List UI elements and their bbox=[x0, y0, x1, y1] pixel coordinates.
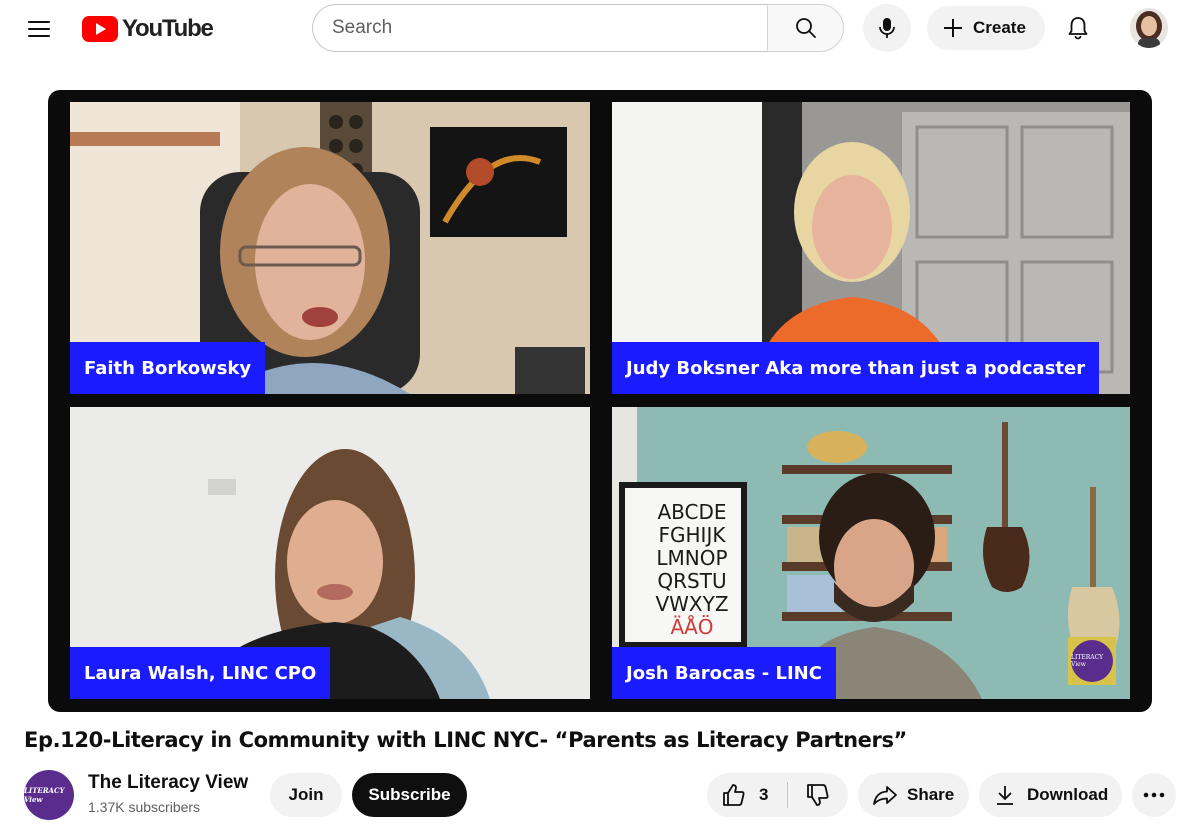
alphabet-poster: ABCDE FGHIJK LMNOP QRSTU VWXYZ ÄÅÖ bbox=[644, 501, 740, 639]
more-actions-button[interactable] bbox=[1132, 773, 1176, 817]
participant-nametag: Josh Barocas - LINC bbox=[612, 647, 836, 699]
download-button[interactable]: Download bbox=[979, 773, 1122, 817]
search-box[interactable] bbox=[312, 4, 768, 52]
youtube-play-icon bbox=[82, 16, 118, 42]
share-button[interactable]: Share bbox=[858, 773, 969, 817]
more-horizontal-icon bbox=[1143, 792, 1165, 798]
video-title: Ep.120-Literacy in Community with LINC N… bbox=[24, 728, 907, 752]
search-button[interactable] bbox=[767, 4, 844, 52]
bell-icon bbox=[1068, 17, 1088, 40]
dislike-button[interactable] bbox=[788, 773, 848, 817]
participant-tile-4: ABCDE FGHIJK LMNOP QRSTU VWXYZ ÄÅÖ Josh … bbox=[612, 407, 1130, 699]
youtube-logo[interactable]: YouTube bbox=[82, 14, 214, 44]
participant-tile-1: Faith Borkowsky bbox=[70, 102, 590, 394]
download-icon bbox=[997, 786, 1013, 805]
like-count: 3 bbox=[759, 785, 769, 804]
subscribe-button[interactable]: Subscribe bbox=[352, 773, 467, 817]
user-avatar-image bbox=[1130, 8, 1168, 48]
like-dislike-group: 3 bbox=[707, 773, 848, 817]
watermark-logo: LITERACY View bbox=[1071, 640, 1113, 682]
alphabet-line: FGHIJK bbox=[658, 523, 726, 547]
video-player[interactable]: Faith Borkowsky Judy Boksner Aka more th… bbox=[48, 90, 1152, 712]
share-arrow-icon bbox=[873, 786, 897, 805]
participant-nametag: Laura Walsh, LINC CPO bbox=[70, 647, 331, 699]
subscriber-count: 1.37K subscribers bbox=[88, 799, 201, 815]
microphone-icon bbox=[879, 18, 895, 38]
thumbs-up-icon bbox=[723, 784, 745, 806]
search-input[interactable] bbox=[332, 17, 768, 39]
plus-icon bbox=[944, 19, 962, 37]
channel-name[interactable]: The Literacy View bbox=[88, 772, 248, 794]
top-bar: YouTube Create bbox=[0, 0, 1200, 58]
like-button[interactable]: 3 bbox=[707, 773, 787, 817]
alphabet-line: ABCDE bbox=[657, 500, 727, 524]
menu-icon[interactable] bbox=[18, 9, 60, 49]
thumbs-down-icon bbox=[807, 784, 829, 806]
channel-avatar[interactable]: LITERACY View bbox=[24, 770, 74, 820]
user-avatar[interactable] bbox=[1130, 8, 1168, 48]
participant-nametag: Faith Borkowsky bbox=[70, 342, 266, 394]
alphabet-line: LMNOP bbox=[656, 546, 728, 570]
share-label: Share bbox=[907, 785, 955, 804]
logo-text: YouTube bbox=[122, 15, 214, 42]
channel-watermark: LITERACY View bbox=[1068, 637, 1116, 685]
voice-search-button[interactable] bbox=[863, 4, 911, 52]
notifications-button[interactable] bbox=[1055, 6, 1101, 50]
search-icon bbox=[795, 18, 816, 38]
create-button[interactable]: Create bbox=[927, 6, 1045, 50]
alphabet-line: QRSTU bbox=[657, 569, 727, 593]
participant-nametag: Judy Boksner Aka more than just a podcas… bbox=[612, 342, 1100, 394]
join-button[interactable]: Join bbox=[270, 773, 342, 817]
download-label: Download bbox=[1027, 785, 1109, 804]
create-label: Create bbox=[973, 18, 1026, 37]
participant-tile-2: Judy Boksner Aka more than just a podcas… bbox=[612, 102, 1130, 394]
alphabet-line: ÄÅÖ bbox=[670, 615, 714, 639]
alphabet-line: VWXYZ bbox=[655, 592, 729, 616]
participant-tile-3: Laura Walsh, LINC CPO bbox=[70, 407, 590, 699]
channel-avatar-logo: LITERACY View bbox=[24, 786, 65, 804]
